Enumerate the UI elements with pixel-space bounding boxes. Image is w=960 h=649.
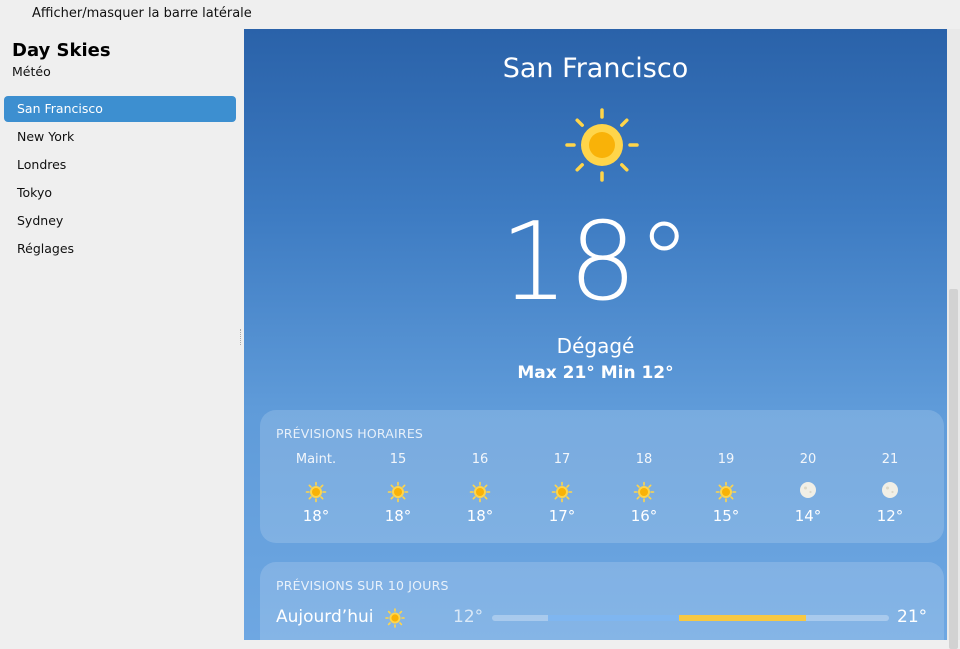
day-high-temperature: 21° <box>897 607 928 627</box>
hour-temperature: 18° <box>302 507 330 525</box>
hour-time: 16 <box>471 452 489 467</box>
sun-icon <box>551 481 573 503</box>
hour-temperature: 16° <box>630 507 658 525</box>
current-temperature: 18° <box>499 200 692 325</box>
sun-icon <box>633 481 655 503</box>
moon-icon <box>882 482 898 498</box>
hourly-item: 20 14° <box>767 452 849 525</box>
hour-temperature: 12° <box>876 507 904 525</box>
current-condition: Dégagé <box>556 334 635 358</box>
hourly-item: Maint. 18° <box>275 452 357 525</box>
city-name: San Francisco <box>502 53 689 84</box>
sun-icon <box>387 481 409 503</box>
hour-time: 17 <box>553 452 571 467</box>
hourly-forecast-card: PRÉVISIONS HORAIRES Maint. 18° 15 18° 16 18° 1… <box>260 410 944 543</box>
temperature-range-bar <box>492 615 889 621</box>
sun-icon <box>385 608 405 628</box>
moon-icon <box>800 482 816 498</box>
app-title: Day Skies <box>12 40 111 61</box>
hourly-item: 18 16° <box>603 452 685 525</box>
hour-time: 20 <box>799 452 817 467</box>
sun-icon <box>305 481 327 503</box>
main-scrollbar[interactable] <box>947 29 960 649</box>
sidebar-item-reglages[interactable]: Réglages <box>4 236 236 262</box>
hourly-item: 16 18° <box>439 452 521 525</box>
app-subtitle: Météo <box>12 64 51 79</box>
hour-time: 18 <box>635 452 653 467</box>
temperature-range-cool <box>547 615 679 621</box>
hourly-forecast-title: PRÉVISIONS HORAIRES <box>276 426 424 441</box>
hour-temperature: 14° <box>794 507 822 525</box>
sun-icon <box>715 481 737 503</box>
hour-temperature: 18° <box>384 507 412 525</box>
toolbar: Afficher/masquer la barre latérale <box>0 0 960 29</box>
sidebar-item-londres[interactable]: Londres <box>4 152 236 178</box>
sidebar-nav: San Francisco New York Londres Tokyo Syd… <box>4 96 236 264</box>
hourly-item: 15 18° <box>357 452 439 525</box>
hourly-item: 21 12° <box>849 452 931 525</box>
hourly-item: 17 17° <box>521 452 603 525</box>
sidebar-item-tokyo[interactable]: Tokyo <box>4 180 236 206</box>
hour-time: 19 <box>717 452 735 467</box>
toggle-sidebar-button[interactable]: Afficher/masquer la barre latérale <box>32 6 252 21</box>
sidebar-item-sydney[interactable]: Sydney <box>4 208 236 234</box>
sun-icon <box>565 108 639 182</box>
hour-temperature: 17° <box>548 507 576 525</box>
hour-time: 21 <box>881 452 899 467</box>
temperature-range-warm <box>678 615 806 621</box>
scrollbar-thumb[interactable] <box>949 289 958 649</box>
hourly-item: 19 15° <box>685 452 767 525</box>
weather-detail: San Francisco 18° Dégagé Max 21° Min 12°… <box>244 29 947 640</box>
sidebar-item-san-francisco[interactable]: San Francisco <box>4 96 236 122</box>
hour-temperature: 18° <box>466 507 494 525</box>
sidebar-item-new-york[interactable]: New York <box>4 124 236 150</box>
high-low-temperature: Max 21° Min 12° <box>517 363 674 383</box>
hour-time: 15 <box>389 452 407 467</box>
sidebar: Day Skies Météo San Francisco New York L… <box>0 29 244 640</box>
day-name: Aujourd’hui <box>276 607 374 627</box>
sun-icon <box>469 481 491 503</box>
day-low-temperature: 12° <box>453 607 484 627</box>
daily-forecast-row: Aujourd’hui 12° 21° <box>276 605 936 631</box>
hour-time: Maint. <box>295 452 337 467</box>
hour-temperature: 15° <box>712 507 740 525</box>
daily-forecast-title: PRÉVISIONS SUR 10 JOURS <box>276 578 449 593</box>
daily-forecast-card: PRÉVISIONS SUR 10 JOURS Aujourd’hui 12° … <box>260 562 944 640</box>
